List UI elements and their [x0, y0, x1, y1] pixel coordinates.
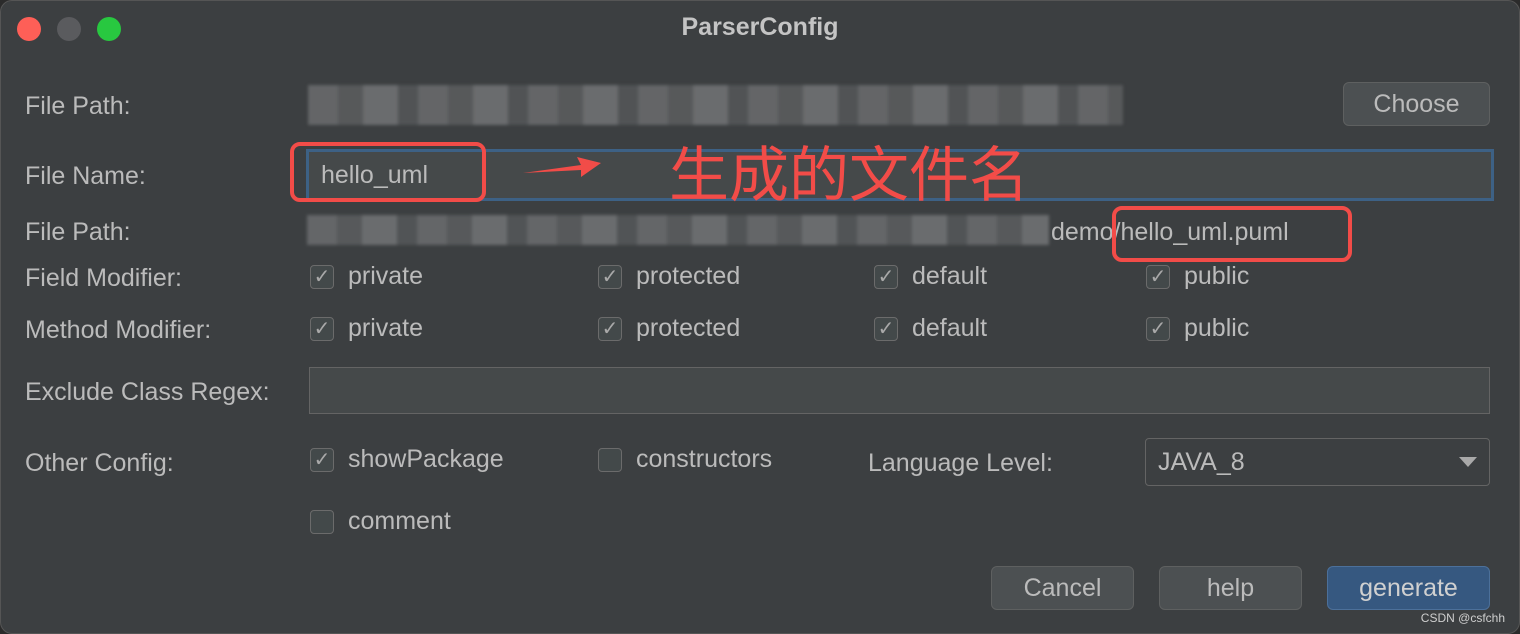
checkbox-unchecked-icon[interactable]: [310, 509, 334, 534]
language-level-value: JAVA_8: [1158, 447, 1245, 476]
parser-config-dialog: ParserConfig File Path: Choose File Name…: [0, 0, 1520, 634]
file-name-label: File Name:: [25, 162, 146, 190]
exclude-regex-label: Exclude Class Regex:: [25, 378, 270, 406]
field-modifier-protected[interactable]: ✓ protected: [598, 262, 740, 291]
checkbox-label: comment: [348, 507, 451, 535]
constructors-checkbox[interactable]: constructors: [598, 445, 772, 474]
checkbox-checked-icon[interactable]: ✓: [310, 447, 334, 472]
field-modifier-label: Field Modifier:: [25, 264, 182, 292]
checkbox-label: private: [348, 262, 424, 290]
choose-button[interactable]: Choose: [1343, 82, 1490, 126]
file-path-label: File Path:: [25, 92, 131, 120]
language-level-select[interactable]: JAVA_8: [1145, 438, 1490, 486]
other-config-label: Other Config:: [25, 449, 174, 477]
method-modifier-default[interactable]: ✓ default: [874, 314, 987, 343]
checkbox-label: constructors: [636, 445, 773, 473]
checkbox-unchecked-icon[interactable]: [598, 447, 622, 472]
dialog-title: ParserConfig: [681, 13, 839, 41]
method-modifier-label: Method Modifier:: [25, 316, 212, 344]
checkbox-label: protected: [636, 314, 741, 342]
checkbox-label: default: [912, 262, 988, 290]
field-modifier-default[interactable]: ✓ default: [874, 262, 987, 291]
chevron-down-icon: [1459, 457, 1477, 467]
output-path-label: File Path:: [25, 218, 131, 246]
checkbox-checked-icon[interactable]: ✓: [1146, 264, 1170, 289]
file-path-value-redacted: [308, 85, 1123, 125]
method-modifier-protected[interactable]: ✓ protected: [598, 314, 740, 343]
generate-button[interactable]: generate: [1327, 566, 1490, 610]
checkbox-checked-icon[interactable]: ✓: [1146, 316, 1170, 341]
output-path-dir: demo: [1051, 218, 1114, 246]
output-path-redacted: [307, 215, 1049, 245]
show-package-checkbox[interactable]: ✓ showPackage: [310, 445, 504, 474]
method-modifier-public[interactable]: ✓ public: [1146, 314, 1249, 343]
cancel-button[interactable]: Cancel: [991, 566, 1134, 610]
checkbox-label: default: [912, 314, 988, 342]
checkbox-label: protected: [636, 262, 741, 290]
watermark: CSDN @csfchh: [1420, 611, 1505, 625]
checkbox-checked-icon[interactable]: ✓: [874, 264, 898, 289]
checkbox-label: private: [348, 314, 424, 342]
checkbox-checked-icon[interactable]: ✓: [310, 264, 334, 289]
method-modifier-private[interactable]: ✓ private: [310, 314, 423, 343]
annotation-text: 生成的文件名: [669, 141, 1029, 211]
checkbox-checked-icon[interactable]: ✓: [310, 316, 334, 341]
checkbox-checked-icon[interactable]: ✓: [598, 316, 622, 341]
language-level-label: Language Level:: [868, 449, 1053, 477]
checkbox-label: public: [1184, 314, 1250, 342]
checkbox-checked-icon[interactable]: ✓: [598, 264, 622, 289]
help-button[interactable]: help: [1159, 566, 1302, 610]
annotation-box-output-file: [1112, 206, 1352, 262]
field-modifier-private[interactable]: ✓ private: [310, 262, 423, 291]
choose-button-label: Choose: [1373, 89, 1460, 118]
checkbox-label: showPackage: [348, 445, 504, 473]
exclude-regex-input[interactable]: [309, 367, 1490, 414]
checkbox-checked-icon[interactable]: ✓: [874, 316, 898, 341]
field-modifier-public[interactable]: ✓ public: [1146, 262, 1249, 291]
annotation-box-file-name: [290, 142, 486, 202]
comment-checkbox[interactable]: comment: [310, 507, 451, 536]
annotation-arrow-icon: [523, 157, 601, 177]
checkbox-label: public: [1184, 262, 1250, 290]
